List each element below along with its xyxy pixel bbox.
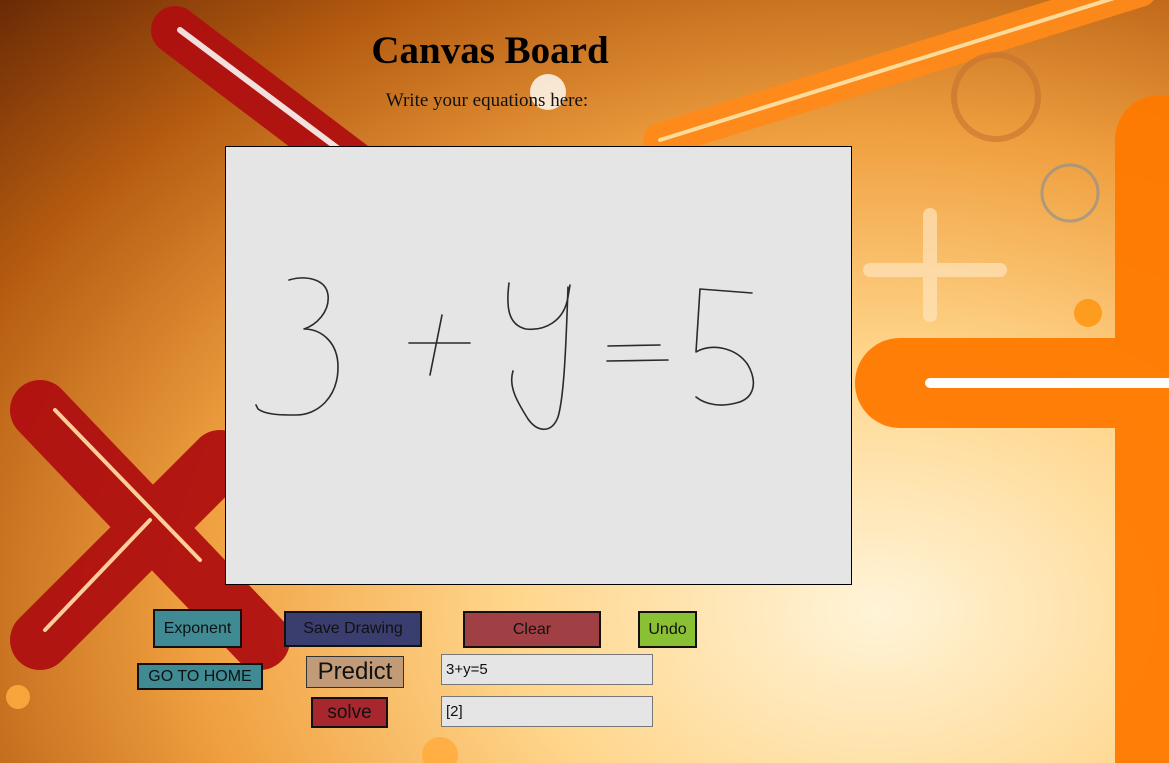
solve-button[interactable]: solve <box>311 697 388 728</box>
clear-button[interactable]: Clear <box>463 611 601 648</box>
save-drawing-button[interactable]: Save Drawing <box>284 611 422 647</box>
predict-button[interactable]: Predict <box>306 656 404 688</box>
handwritten-strokes <box>255 277 755 431</box>
go-to-home-button[interactable]: GO TO HOME <box>137 663 263 690</box>
page-title: Canvas Board <box>371 29 609 72</box>
solution-field[interactable] <box>441 696 653 727</box>
exponent-button[interactable]: Exponent <box>153 609 242 648</box>
page-subtitle: Write your equations here: <box>385 90 589 111</box>
undo-button[interactable]: Undo <box>638 611 697 648</box>
drawing-canvas[interactable] <box>225 146 852 585</box>
prediction-field[interactable] <box>441 654 653 685</box>
